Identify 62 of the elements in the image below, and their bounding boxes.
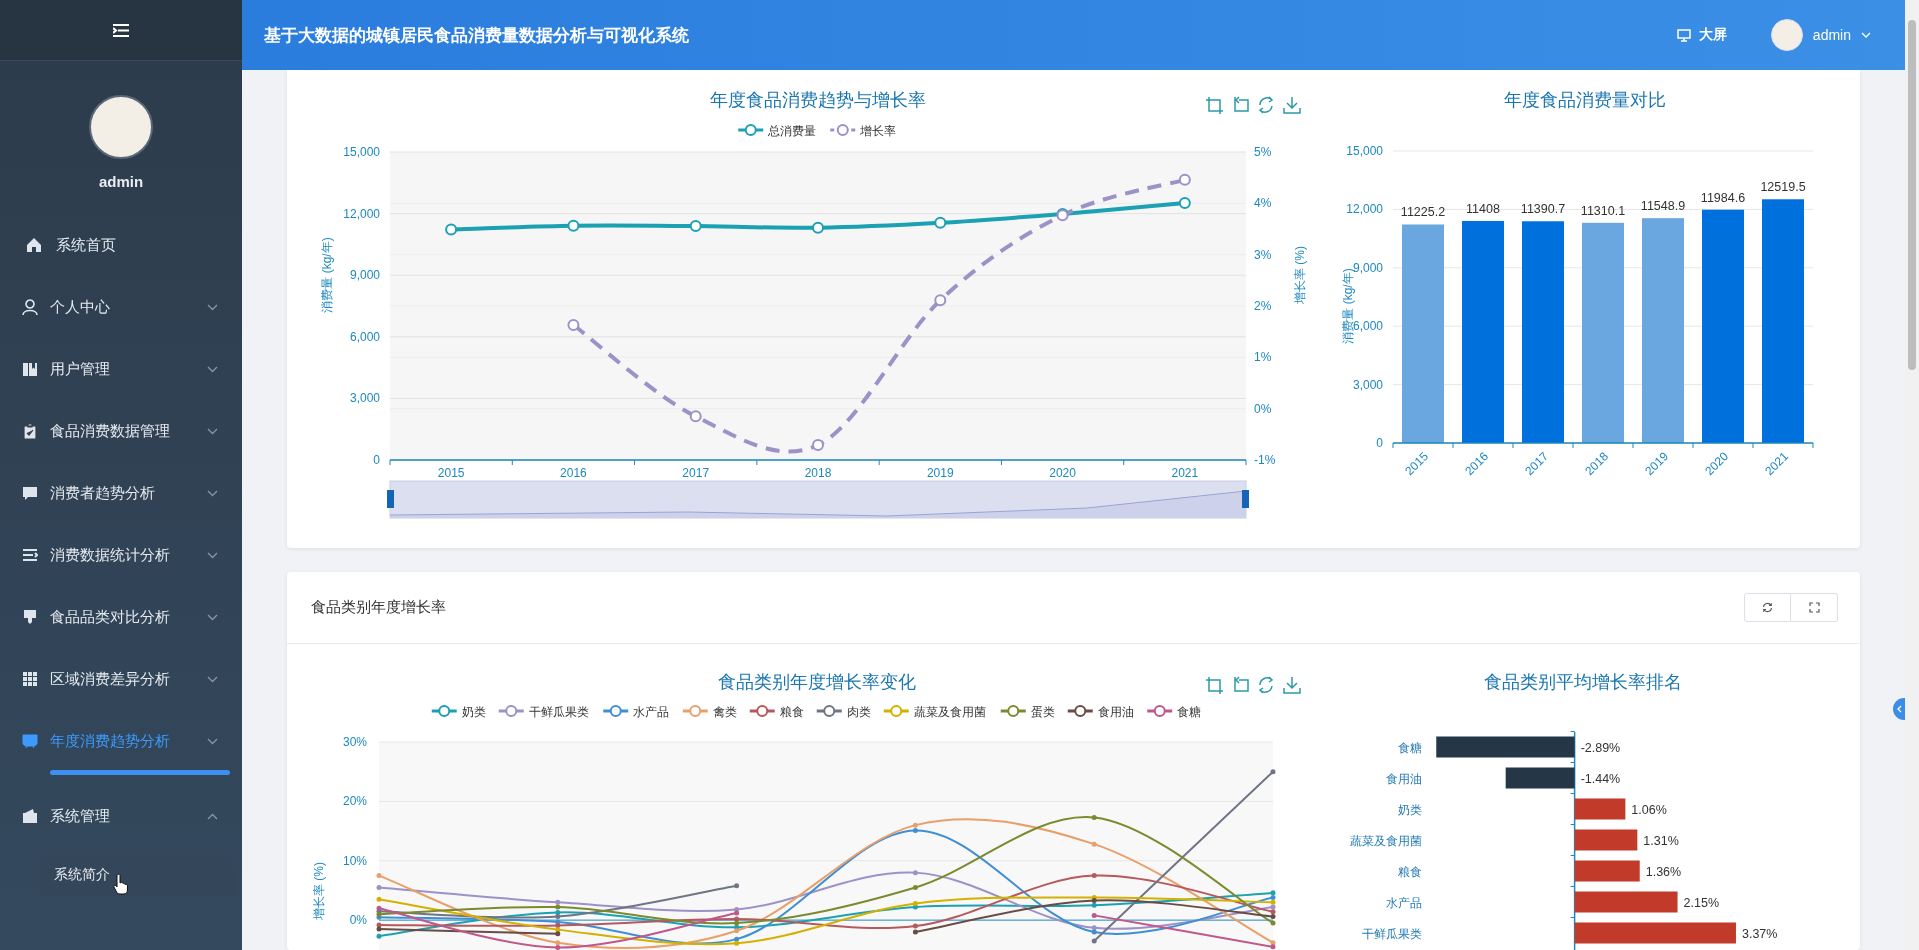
axis-tick-label: 2021 xyxy=(1171,466,1199,480)
axis-tick-label: 15,000 xyxy=(343,145,380,159)
data-label: -1.44% xyxy=(1580,771,1621,786)
user-name: admin xyxy=(98,173,144,190)
axis-tick-label: 蔬菜及食用菌 xyxy=(1350,833,1422,848)
data-label: -2.89% xyxy=(1580,740,1621,755)
axis-tick-label: 2017 xyxy=(682,466,710,480)
axis-tick-label: 0% xyxy=(1254,401,1272,416)
axis-tick-label: 10% xyxy=(342,853,367,868)
axis-tick-label: -1% xyxy=(1254,453,1276,467)
axis-tick-label: 9,000 xyxy=(1352,260,1383,275)
axis-tick-label: 水产品 xyxy=(1386,895,1422,910)
data-label: 11310.1 xyxy=(1580,203,1626,218)
axis-title: 消费量 (kg/年) xyxy=(320,237,334,313)
axis-tick-label: 奶类 xyxy=(1398,802,1422,817)
axis-tick-label: 0% xyxy=(349,913,367,928)
data-label: 3.37% xyxy=(1741,926,1778,941)
chart-title: 食品类别年度增长率变化 xyxy=(718,672,916,692)
data-label: 2.15% xyxy=(1683,895,1719,910)
axis-tick-label: 3,000 xyxy=(1352,377,1383,392)
axis-tick-label: 2% xyxy=(1254,299,1272,313)
axis-tick-label: 15,000 xyxy=(1346,144,1383,158)
data-label: 1.06% xyxy=(1631,802,1667,817)
data-label: 12519.5 xyxy=(1760,180,1806,195)
axis-tick-label: 粮食 xyxy=(1398,864,1422,879)
axis-tick-label: 2015 xyxy=(437,466,465,480)
axis-tick-label: 12,000 xyxy=(343,206,380,221)
chart-title: 年度食品消费趋势与增长率 xyxy=(710,90,926,110)
chart-title: 食品类别平均增长率排名 xyxy=(1484,672,1682,692)
axis-tick-label: 干鲜瓜果类 xyxy=(1362,926,1422,941)
axis-tick-label: 6,000 xyxy=(1352,319,1383,334)
axis-tick-label: 4% xyxy=(1254,196,1272,211)
axis-tick-label: 1% xyxy=(1254,350,1272,365)
app-title: 基于大数据的城镇居民食品消费量数据分析与可视化系统 xyxy=(264,24,690,47)
axis-tick-label: 0 xyxy=(1376,436,1383,450)
data-label: 11408 xyxy=(1466,201,1500,216)
axis-title: 增长率 (%) xyxy=(1293,246,1307,304)
axis-title: 增长率 (%) xyxy=(312,862,326,920)
data-label: 11225.2 xyxy=(1400,205,1446,220)
data-label: 11984.6 xyxy=(1700,190,1746,205)
axis-tick-label: 9,000 xyxy=(349,268,380,283)
data-label: 11390.7 xyxy=(1520,202,1566,217)
axis-tick-label: 3% xyxy=(1254,247,1272,262)
axis-tick-label: 6,000 xyxy=(349,329,380,344)
axis-tick-label: 0 xyxy=(373,453,380,467)
axis-tick-label: 食糖 xyxy=(1398,740,1422,755)
axis-tick-label: 5% xyxy=(1254,145,1272,159)
axis-title: 消费量 (kg/年) xyxy=(1341,268,1355,344)
axis-tick-label: 食用油 xyxy=(1386,771,1422,786)
chart-title: 年度食品消费量对比 xyxy=(1504,90,1666,110)
data-label: 1.31% xyxy=(1643,833,1679,848)
axis-tick-label: 30% xyxy=(342,735,367,749)
axis-tick-label: 20% xyxy=(342,794,367,809)
axis-tick-label: 12,000 xyxy=(1346,202,1383,217)
card-title: 食品类别年度增长率 xyxy=(311,598,447,617)
axis-tick-label: 3,000 xyxy=(349,391,380,406)
axis-tick-label: 2019 xyxy=(926,466,954,480)
axis-tick-label: 2020 xyxy=(1049,466,1076,480)
data-label: 1.36% xyxy=(1645,864,1682,879)
axis-tick-label: 2016 xyxy=(560,466,587,480)
axis-tick-label: 2018 xyxy=(804,466,832,480)
data-label: 11548.9 xyxy=(1640,199,1686,214)
